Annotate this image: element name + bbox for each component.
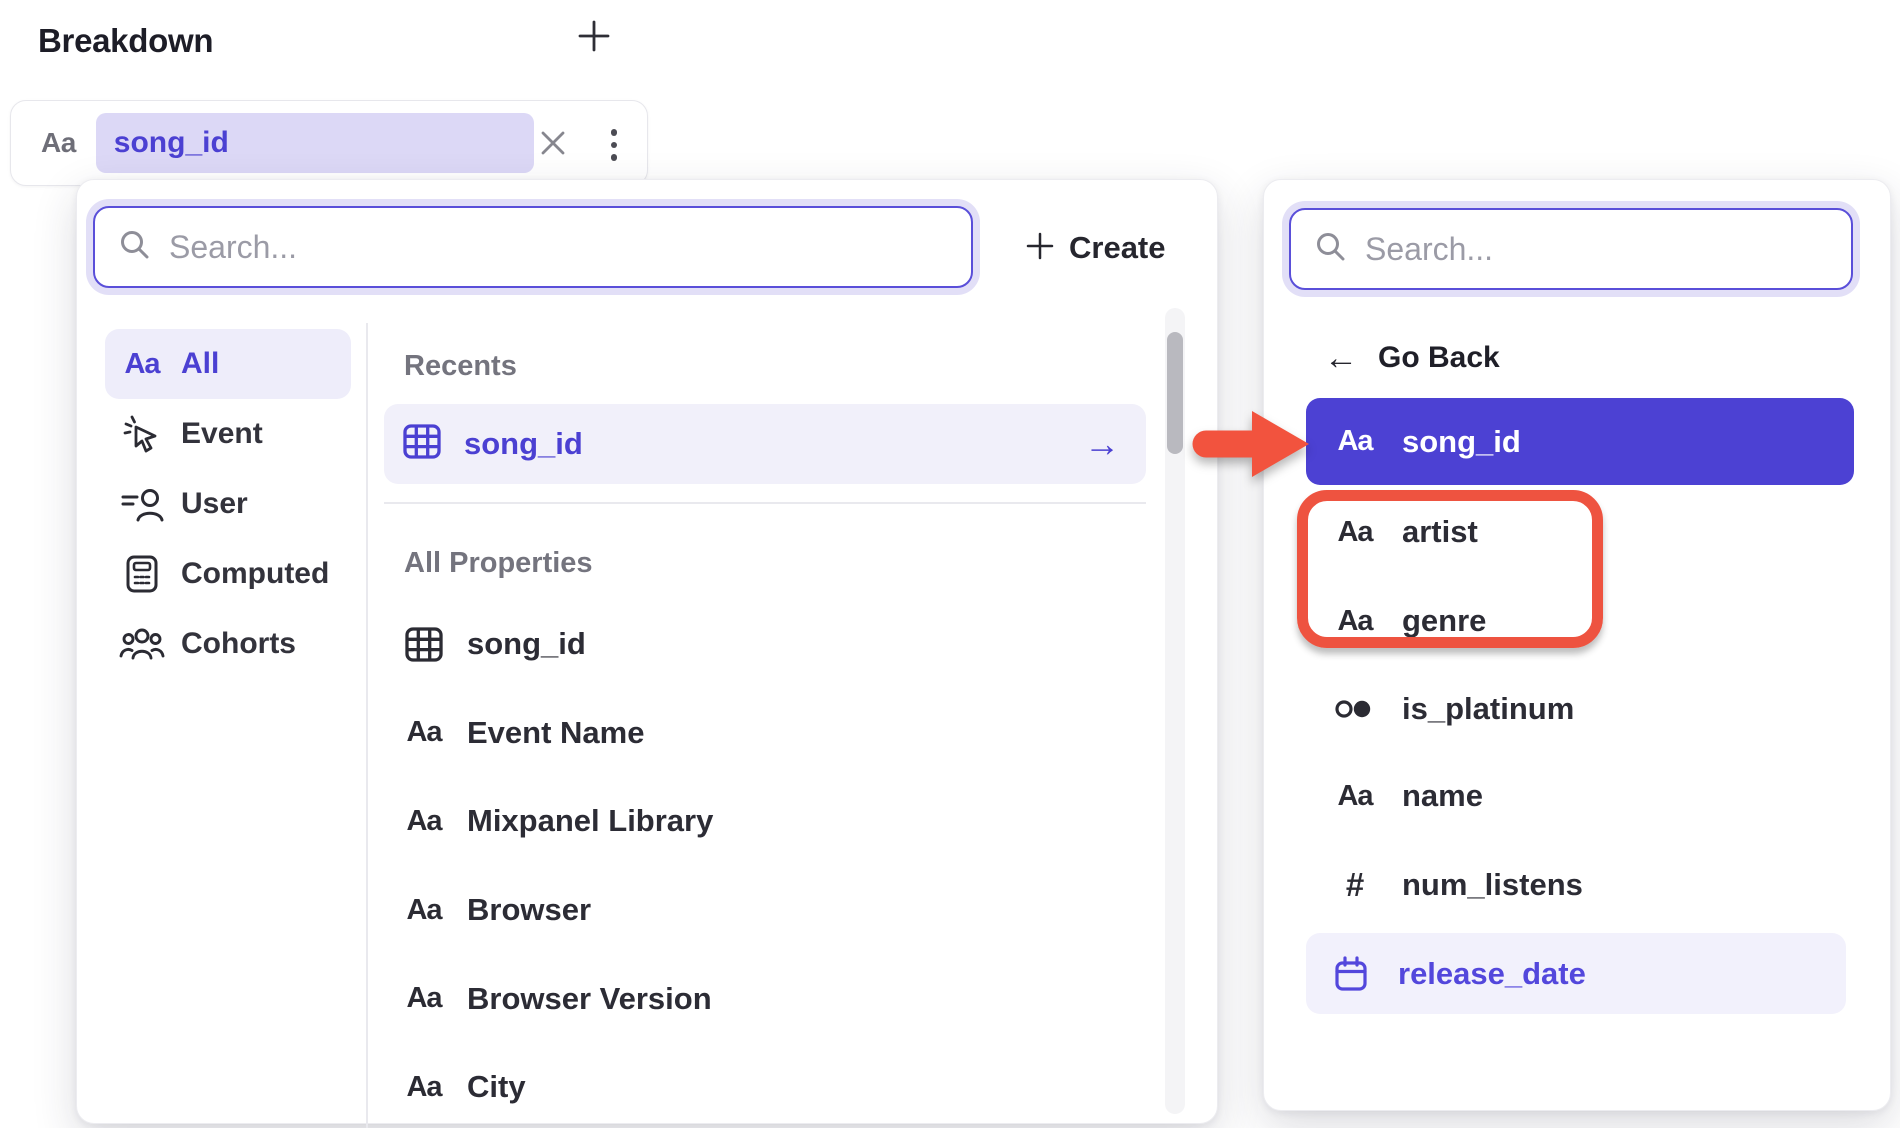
property-row-browser[interactable]: Aa Browser (384, 866, 1146, 955)
category-sidebar: Aa All Event (105, 329, 351, 679)
search-icon (1313, 229, 1349, 270)
sub-property-row-num-listens[interactable]: # num_listens (1306, 841, 1854, 929)
text-type-icon: Aa (406, 716, 441, 749)
go-back-button[interactable]: ← Go Back (1324, 338, 1500, 378)
category-computed[interactable]: Computed (105, 539, 351, 609)
property-label: Browser (467, 892, 591, 928)
property-row-event-name[interactable]: Aa Event Name (384, 689, 1146, 778)
sub-property-row-name[interactable]: Aa name (1306, 752, 1854, 840)
category-event[interactable]: Event (105, 399, 351, 469)
category-cohorts[interactable]: Cohorts (105, 609, 351, 679)
calendar-icon (1328, 954, 1374, 994)
sub-property-row-is-platinum[interactable]: is_platinum (1306, 665, 1854, 753)
sub-property-label: release_date (1398, 956, 1586, 992)
text-type-icon: Aa (124, 348, 159, 381)
text-type-icon: Aa (406, 982, 441, 1015)
sub-property-row-artist[interactable]: Aa artist (1306, 488, 1854, 576)
text-type-icon: Aa (406, 1071, 441, 1104)
sub-property-row-genre[interactable]: Aa genre (1306, 577, 1854, 665)
remove-breakdown-button[interactable] (535, 127, 571, 163)
property-row-browser-version[interactable]: Aa Browser Version (384, 954, 1146, 1043)
breakdown-chip-value[interactable]: song_id (96, 113, 534, 173)
sub-property-label: song_id (1402, 424, 1521, 460)
all-properties-section-title: All Properties (404, 547, 593, 580)
recent-property-song-id[interactable]: song_id → (384, 404, 1146, 484)
add-breakdown-button[interactable] (572, 16, 616, 60)
go-back-label: Go Back (1378, 341, 1500, 375)
property-type-icon: Aa (41, 127, 76, 159)
breakdown-options-button[interactable] (599, 123, 629, 167)
recent-property-label: song_id (464, 426, 1062, 462)
sub-property-label: is_platinum (1402, 691, 1574, 727)
category-label: Computed (181, 557, 329, 591)
screen: Breakdown Aa song_id (0, 0, 1900, 1128)
text-type-icon: Aa (1337, 780, 1372, 813)
property-label: Mixpanel Library (467, 803, 713, 839)
calculator-icon (119, 554, 165, 594)
sub-property-row-release-date[interactable]: release_date (1306, 933, 1846, 1014)
grid-property-icon (401, 626, 447, 663)
category-label: Cohorts (181, 627, 296, 661)
search-input[interactable] (1365, 231, 1851, 268)
section-divider (384, 502, 1146, 504)
category-label: Event (181, 417, 263, 451)
sub-property-label: num_listens (1402, 867, 1583, 903)
text-type-icon: Aa (406, 894, 441, 927)
property-picker-popover: Create Aa All Event (76, 179, 1218, 1124)
sub-property-label: genre (1402, 603, 1486, 639)
sidebar-divider (366, 323, 368, 1128)
property-label: Browser Version (467, 981, 712, 1017)
boolean-type-icon (1332, 694, 1378, 724)
sub-property-label: artist (1402, 514, 1478, 550)
property-label: City (467, 1069, 526, 1105)
category-user[interactable]: User (105, 469, 351, 539)
text-type-icon: Aa (1337, 605, 1372, 638)
plus-icon (576, 18, 612, 59)
cursor-click-icon (119, 414, 165, 454)
text-type-icon: Aa (406, 805, 441, 838)
recents-section-title: Recents (404, 350, 517, 383)
number-type-icon: # (1346, 866, 1364, 904)
property-row-city[interactable]: Aa City (384, 1043, 1146, 1128)
scrollbar-thumb[interactable] (1167, 332, 1183, 454)
arrow-right-icon: → (1084, 423, 1146, 465)
sub-property-popover: ← Go Back Aa song_id Aa artist Aa genre … (1263, 179, 1891, 1111)
category-label: All (181, 347, 219, 381)
grid-property-icon (402, 423, 442, 465)
property-list: Recents song_id → All Properties (384, 180, 1146, 1125)
property-row-mixpanel-library[interactable]: Aa Mixpanel Library (384, 777, 1146, 866)
people-group-icon (119, 626, 165, 662)
text-type-icon: Aa (1337, 516, 1372, 549)
property-label: song_id (467, 626, 586, 662)
breakdown-chip: Aa song_id (10, 100, 648, 186)
category-all[interactable]: Aa All (105, 329, 351, 399)
chip-value-label: song_id (114, 126, 229, 160)
close-icon (537, 127, 569, 164)
user-list-icon (119, 485, 165, 523)
property-label: Event Name (467, 715, 644, 751)
sub-property-row-song-id[interactable]: Aa song_id (1306, 398, 1854, 485)
category-label: User (181, 487, 248, 521)
sub-property-label: name (1402, 778, 1483, 814)
arrow-left-icon: ← (1324, 339, 1358, 378)
property-row-song-id[interactable]: song_id (384, 600, 1146, 689)
page-title: Breakdown (38, 22, 213, 60)
text-type-icon: Aa (1337, 425, 1372, 458)
search-icon (117, 227, 153, 268)
